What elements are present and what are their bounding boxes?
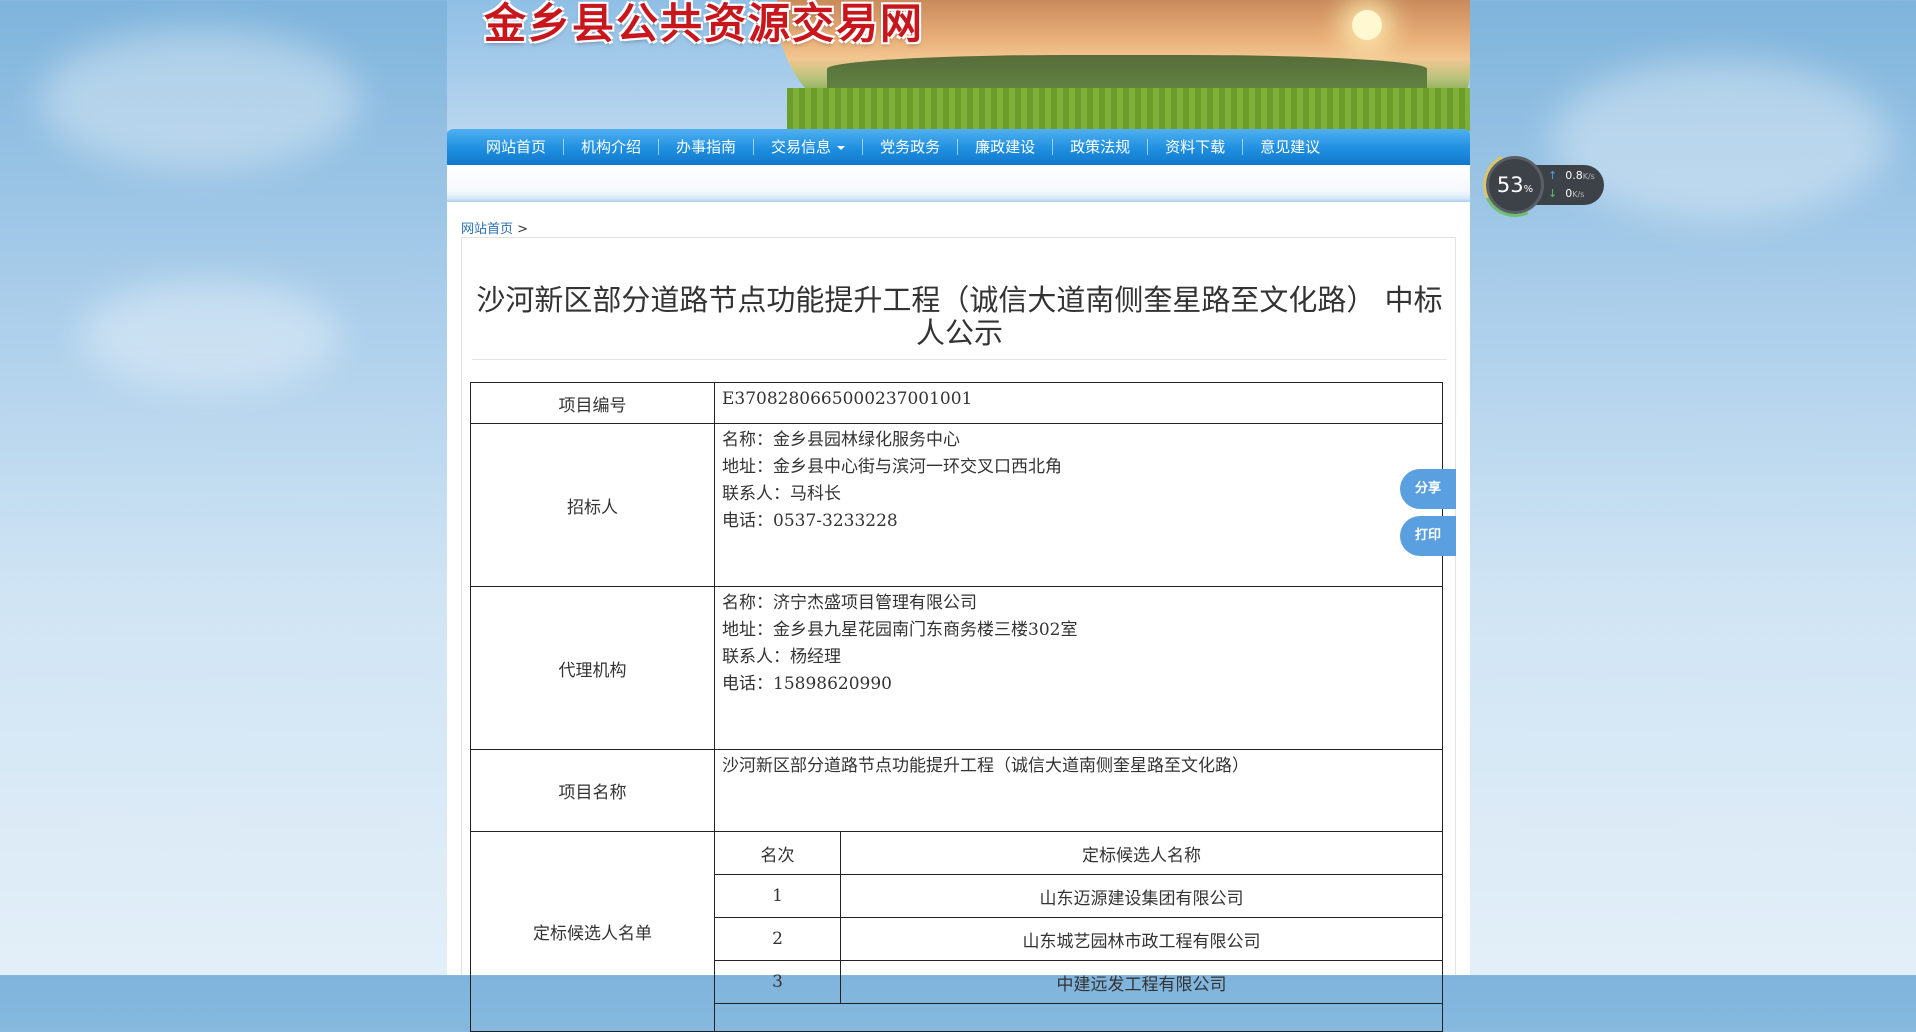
arrow-up-icon: ↑ (1548, 169, 1558, 182)
nav-subbar (447, 165, 1470, 202)
breadcrumb-home-link[interactable]: 网站首页 (461, 222, 513, 237)
breadcrumb: 网站首页 > (461, 218, 528, 237)
nav-item-policy[interactable]: 政策法规 (1053, 129, 1147, 165)
share-button[interactable]: 分享 (1400, 469, 1456, 509)
project-code-label: 项目编号 (470, 382, 715, 424)
nav-item-integrity[interactable]: 廉政建设 (958, 129, 1052, 165)
candidate-row: 3 中建远发工程有限公司 (715, 960, 1442, 1004)
cpu-gauge-arc (1473, 143, 1557, 227)
nav-item-feedback[interactable]: 意见建议 (1243, 129, 1337, 165)
banner-sun (1352, 10, 1382, 40)
candidate-row: 2 山东城艺园林市政工程有限公司 (715, 917, 1442, 961)
article-title: 沙河新区部分道路节点功能提升工程（诚信大道南侧奎星路至文化路） 中标人公示 (476, 283, 1443, 350)
nav-item-home[interactable]: 网站首页 (469, 129, 563, 165)
banner-trees (827, 55, 1427, 90)
download-speed: ↓ 0K/s (1548, 187, 1584, 200)
banner-field (787, 88, 1470, 131)
candidate-row: 1 山东迈源建设集团有限公司 (715, 874, 1442, 918)
project-name-label: 项目名称 (470, 749, 715, 832)
table-row: 定标候选人名单 名次 定标候选人名称 1 山东迈源建设集团有限公司 2 山东城艺… (470, 831, 1443, 1032)
tenderer-label: 招标人 (470, 423, 715, 587)
candidate-rank: 1 (715, 874, 841, 918)
nav-item-trade-info[interactable]: 交易信息 (754, 129, 862, 165)
candidate-name: 中建远发工程有限公司 (840, 960, 1442, 1004)
nav-item-guide[interactable]: 办事指南 (659, 129, 753, 165)
award-info-table: 项目编号 E3708280665000237001001 招标人 名称：金乡县园… (470, 382, 1443, 1032)
upload-unit: K/s (1582, 172, 1595, 181)
main-nav: 网站首页 机构介绍 办事指南 交易信息 党务政务 廉政建设 政策法规 资料下载 … (447, 129, 1470, 165)
rank-header: 名次 (715, 832, 841, 875)
candidate-rank: 3 (715, 960, 841, 1004)
agency-name: 名称：济宁杰盛项目管理有限公司 (722, 593, 977, 613)
candidate-name-header: 定标候选人名称 (840, 832, 1442, 875)
upload-speed: ↑ 0.8K/s (1548, 169, 1595, 182)
background-cloud (80, 280, 340, 390)
agency-contact: 联系人：杨经理 (722, 647, 841, 667)
candidates-cell: 名次 定标候选人名称 1 山东迈源建设集团有限公司 2 山东城艺园林市政工程有限… (714, 831, 1443, 1032)
article-container: 沙河新区部分道路节点功能提升工程（诚信大道南侧奎星路至文化路） 中标人公示 项目… (461, 237, 1456, 1032)
chevron-down-icon (837, 145, 846, 150)
agency-address: 地址：金乡县九星花园南门东商务楼三楼302室 (722, 620, 1078, 640)
project-code-value: E3708280665000237001001 (714, 382, 1443, 424)
table-row: 代理机构 名称：济宁杰盛项目管理有限公司 地址：金乡县九星花园南门东商务楼三楼3… (470, 586, 1443, 750)
main-content: 网站首页 > 沙河新区部分道路节点功能提升工程（诚信大道南侧奎星路至文化路） 中… (447, 202, 1470, 1032)
background-cloud (40, 30, 360, 170)
download-unit: K/s (1572, 190, 1585, 199)
candidates-table: 名次 定标候选人名称 1 山东迈源建设集团有限公司 2 山东城艺园林市政工程有限… (715, 832, 1442, 1004)
project-name-value: 沙河新区部分道路节点功能提升工程（诚信大道南侧奎星路至文化路） (714, 749, 1443, 832)
tenderer-address: 地址：金乡县中心街与滨河一环交叉口西北角 (722, 457, 1062, 477)
nav-item-party-affairs[interactable]: 党务政务 (863, 129, 957, 165)
tenderer-details: 名称：金乡县园林绿化服务中心 地址：金乡县中心街与滨河一环交叉口西北角 联系人：… (714, 423, 1443, 587)
upload-value: 0.8 (1565, 169, 1583, 182)
tenderer-contact: 联系人：马科长 (722, 484, 841, 504)
site-title: 金乡县公共资源交易网 (484, 0, 925, 48)
candidate-name: 山东迈源建设集团有限公司 (840, 874, 1442, 918)
arrow-down-icon: ↓ (1548, 187, 1558, 200)
candidates-header-row: 名次 定标候选人名称 (715, 832, 1442, 875)
table-row: 项目编号 E3708280665000237001001 (470, 382, 1443, 424)
agency-phone: 电话：15898620990 (722, 674, 892, 694)
agency-details: 名称：济宁杰盛项目管理有限公司 地址：金乡县九星花园南门东商务楼三楼302室 联… (714, 586, 1443, 750)
tenderer-name: 名称：金乡县园林绿化服务中心 (722, 430, 960, 450)
candidates-label: 定标候选人名单 (470, 831, 715, 1032)
table-row: 项目名称 沙河新区部分道路节点功能提升工程（诚信大道南侧奎星路至文化路） (470, 749, 1443, 832)
tenderer-phone: 电话：0537-3233228 (722, 511, 898, 531)
print-button[interactable]: 打印 (1400, 516, 1456, 556)
agency-label: 代理机构 (470, 586, 715, 750)
breadcrumb-separator: > (517, 222, 529, 237)
candidate-name: 山东城艺园林市政工程有限公司 (840, 917, 1442, 961)
table-row: 招标人 名称：金乡县园林绿化服务中心 地址：金乡县中心街与滨河一环交叉口西北角 … (470, 423, 1443, 587)
nav-item-downloads[interactable]: 资料下载 (1148, 129, 1242, 165)
site-banner: 金乡县公共资源交易网 (447, 0, 1470, 131)
candidate-rank: 2 (715, 917, 841, 961)
network-speed-widget[interactable]: ↑ 0.8K/s ↓ 0K/s 53% (1473, 143, 1606, 227)
nav-item-about[interactable]: 机构介绍 (564, 129, 658, 165)
title-divider (472, 359, 1447, 360)
nav-item-label: 交易信息 (771, 138, 832, 156)
